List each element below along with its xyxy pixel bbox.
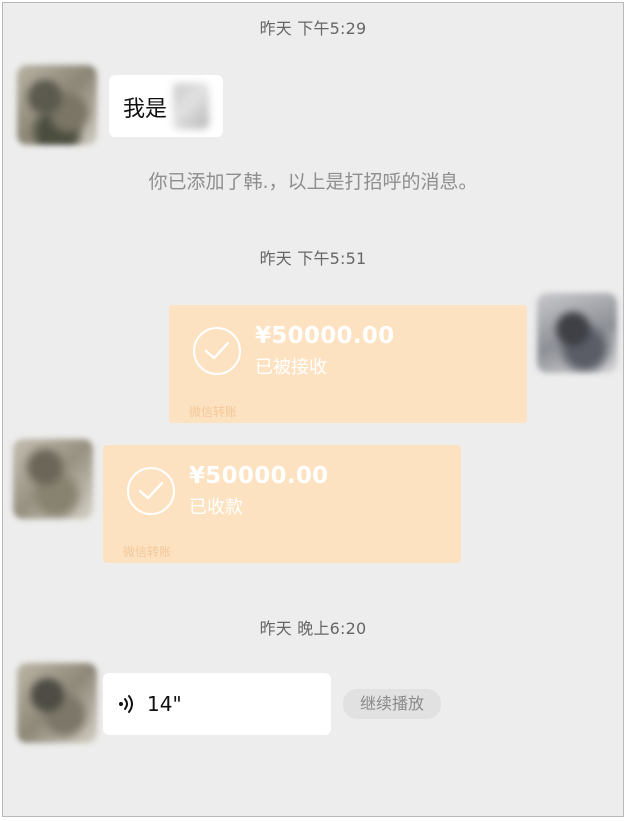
transfer-source-label: 微信转账 xyxy=(123,545,172,559)
my-avatar[interactable] xyxy=(537,293,617,373)
transfer-card-received[interactable]: ¥50000.00 已收款 微信转账 xyxy=(103,445,461,563)
transfer-source-label: 微信转账 xyxy=(189,405,238,419)
message-text: 我是 xyxy=(123,97,168,122)
chat-window: 昨天 下午5:29 我是 你已添加了韩.，以上是打招呼的消息。 昨天 下午5:5… xyxy=(2,2,624,817)
continue-play-button[interactable]: 继续播放 xyxy=(343,689,441,719)
transfer-amount: ¥50000.00 xyxy=(255,323,395,349)
contact-avatar[interactable] xyxy=(13,439,93,519)
transfer-status: 已收款 xyxy=(189,497,243,518)
message-bubble[interactable]: 我是 xyxy=(109,75,223,137)
contact-avatar[interactable] xyxy=(17,65,97,145)
check-circle-icon xyxy=(127,467,175,515)
voice-message-bubble[interactable]: 14" xyxy=(103,673,331,735)
contact-avatar[interactable] xyxy=(17,663,97,743)
check-circle-icon xyxy=(193,327,241,375)
voice-duration: 14" xyxy=(147,692,182,716)
transfer-status: 已被接收 xyxy=(255,357,327,378)
system-message: 你已添加了韩.，以上是打招呼的消息。 xyxy=(148,171,478,193)
timestamp: 昨天 下午5:51 xyxy=(259,249,367,268)
timestamp: 昨天 晚上6:20 xyxy=(259,619,367,638)
voice-wave-icon xyxy=(117,693,137,719)
transfer-amount: ¥50000.00 xyxy=(189,463,329,489)
redacted-name xyxy=(173,83,209,129)
transfer-card-sent[interactable]: ¥50000.00 已被接收 微信转账 xyxy=(169,305,527,423)
timestamp: 昨天 下午5:29 xyxy=(259,19,367,38)
